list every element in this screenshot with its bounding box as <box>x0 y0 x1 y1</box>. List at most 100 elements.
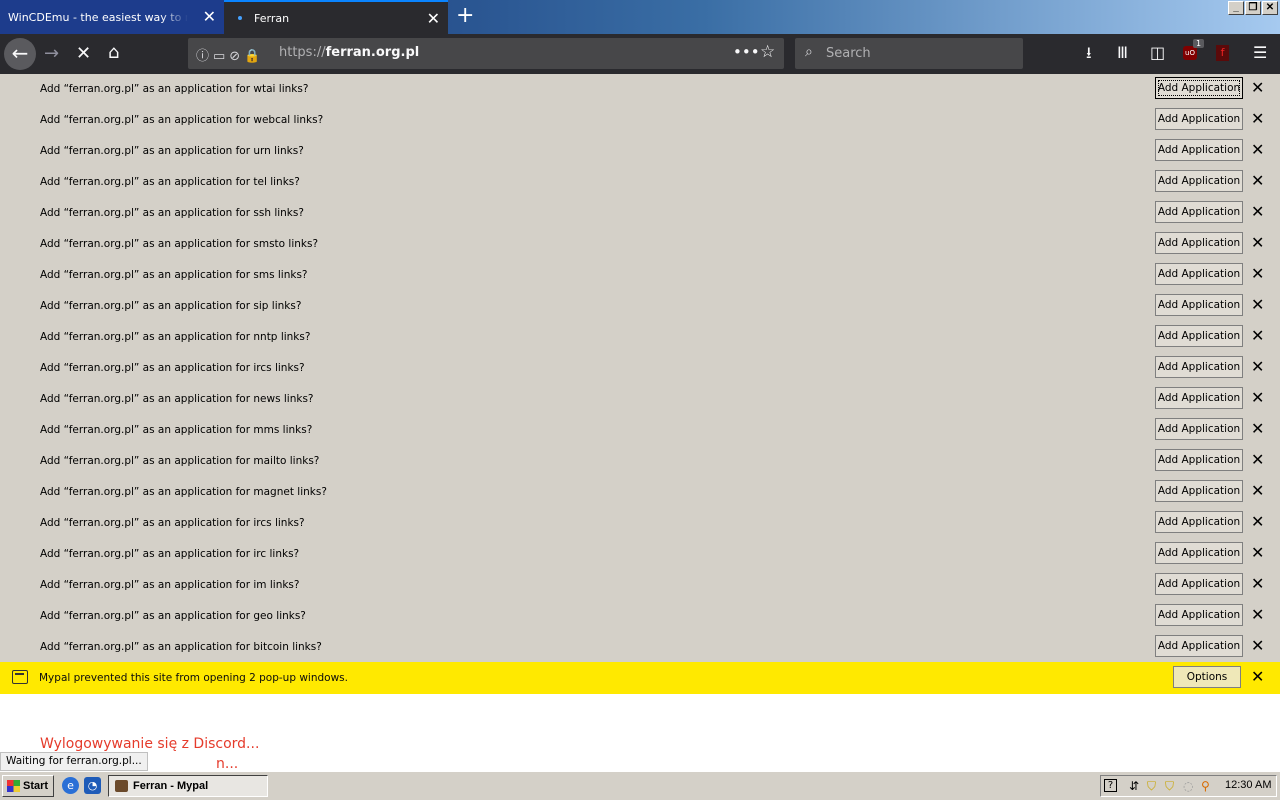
forward-arrow-icon[interactable]: → <box>44 45 59 63</box>
close-icon[interactable]: ✕ <box>1251 173 1264 189</box>
home-icon[interactable]: ⌂ <box>108 44 119 62</box>
close-icon[interactable]: ✕ <box>1251 142 1264 158</box>
security-shield-icon[interactable]: ⛉ <box>1165 779 1174 793</box>
close-icon[interactable]: ✕ <box>1251 638 1264 654</box>
page-link-logout[interactable]: Wylogowywanie się z Discord... <box>40 736 259 752</box>
search-tray-icon[interactable]: ⚲ <box>1201 779 1210 793</box>
page-link-2[interactable]: n... <box>216 756 238 772</box>
close-icon[interactable]: ✕ <box>1251 483 1264 499</box>
notification-row: Add “ferran.org.pl” as an application fo… <box>0 539 1280 570</box>
notification-message: Add “ferran.org.pl” as an application fo… <box>40 300 302 312</box>
close-icon[interactable]: ✕ <box>1251 514 1264 530</box>
close-icon[interactable]: ✕ <box>1251 235 1264 251</box>
add-application-button[interactable]: Add Application <box>1155 108 1243 130</box>
add-application-button[interactable]: Add Application <box>1155 573 1243 595</box>
close-icon[interactable]: ✕ <box>1251 669 1264 685</box>
start-button[interactable]: Start <box>2 775 54 797</box>
add-application-button[interactable]: Add Application <box>1155 356 1243 378</box>
options-button[interactable]: Options <box>1173 666 1241 688</box>
notification-message: Add “ferran.org.pl” as an application fo… <box>40 486 327 498</box>
hamburger-menu-icon[interactable]: ☰ <box>1253 45 1267 61</box>
add-application-button[interactable]: Add Application <box>1155 77 1243 99</box>
add-application-button[interactable]: Add Application <box>1155 170 1243 192</box>
close-icon[interactable]: ✕ <box>1251 328 1264 344</box>
add-application-button[interactable]: Add Application <box>1155 635 1243 657</box>
close-icon[interactable]: ✕ <box>1251 607 1264 623</box>
notification-message: Add “ferran.org.pl” as an application fo… <box>40 83 309 95</box>
tab-ferran[interactable]: Ferran ✕ <box>224 0 448 34</box>
notification-message: Add “ferran.org.pl” as an application fo… <box>40 362 305 374</box>
taskbar-item-ferran[interactable]: Ferran - Mypal <box>108 775 268 797</box>
taskbar-item-label: Ferran - Mypal <box>133 780 209 792</box>
close-icon[interactable]: ✕ <box>1251 545 1264 561</box>
add-application-button[interactable]: Add Application <box>1155 511 1243 533</box>
ublock-origin-icon[interactable]: uO <box>1183 46 1197 60</box>
close-icon[interactable]: ✕ <box>1251 576 1264 592</box>
add-application-button[interactable]: Add Application <box>1155 139 1243 161</box>
close-tab-icon[interactable]: ✕ <box>427 11 440 27</box>
add-application-button[interactable]: Add Application <box>1155 232 1243 254</box>
close-icon[interactable]: ✕ <box>1251 111 1264 127</box>
tab-title: Ferran <box>254 11 290 25</box>
close-icon[interactable]: ✕ <box>1251 266 1264 282</box>
add-application-button[interactable]: Add Application <box>1155 542 1243 564</box>
notification-row: Add “ferran.org.pl” as an application fo… <box>0 570 1280 601</box>
notification-message: Add “ferran.org.pl” as an application fo… <box>40 393 314 405</box>
flash-plugin-icon[interactable]: f <box>1216 45 1229 61</box>
page-content: n... Wylogowywanie się z Discord... <box>0 694 1280 772</box>
notification-row: Add “ferran.org.pl” as an application fo… <box>0 291 1280 322</box>
url-text[interactable]: https://ferran.org.pl <box>279 45 419 60</box>
add-application-button[interactable]: Add Application <box>1155 325 1243 347</box>
notification-row: Add “ferran.org.pl” as an application fo… <box>0 105 1280 136</box>
notification-message: Add “ferran.org.pl” as an application fo… <box>40 331 311 343</box>
url-bar[interactable]: ⓘ▭⊘🔒 https://ferran.org.pl ••• ☆ <box>188 38 784 69</box>
connection-icon[interactable]: ◌ <box>1183 779 1193 793</box>
network-icon[interactable]: ⇵ <box>1129 779 1139 793</box>
help-icon[interactable]: ? <box>1104 779 1117 792</box>
stop-loading-icon[interactable]: ✕ <box>76 45 91 63</box>
add-application-button[interactable]: Add Application <box>1155 387 1243 409</box>
add-application-button[interactable]: Add Application <box>1155 263 1243 285</box>
add-application-button[interactable]: Add Application <box>1155 418 1243 440</box>
windows-logo-icon <box>7 780 20 792</box>
add-application-button[interactable]: Add Application <box>1155 294 1243 316</box>
add-application-button[interactable]: Add Application <box>1155 604 1243 626</box>
search-input[interactable]: ⌕ Search <box>795 38 1023 69</box>
add-application-button[interactable]: Add Application <box>1155 480 1243 502</box>
close-icon[interactable]: ✕ <box>1251 452 1264 468</box>
add-application-button[interactable]: Add Application <box>1155 449 1243 471</box>
notification-row: Add “ferran.org.pl” as an application fo… <box>0 508 1280 539</box>
notification-row: Add “ferran.org.pl” as an application fo… <box>0 136 1280 167</box>
restore-button[interactable]: ❐ <box>1245 1 1261 15</box>
close-icon[interactable]: ✕ <box>1251 297 1264 313</box>
close-icon[interactable]: ✕ <box>1251 390 1264 406</box>
notification-message: Add “ferran.org.pl” as an application fo… <box>40 455 320 467</box>
add-application-button[interactable]: Add Application <box>1155 201 1243 223</box>
internet-explorer-icon[interactable]: e <box>62 777 79 794</box>
back-arrow-icon[interactable]: ← <box>4 38 36 70</box>
notification-row: Add “ferran.org.pl” as an application fo… <box>0 74 1280 105</box>
notification-message: Add “ferran.org.pl” as an application fo… <box>40 207 304 219</box>
page-actions-ellipsis-icon[interactable]: ••• <box>733 43 760 61</box>
browser-quicklaunch-icon[interactable]: ◔ <box>84 777 101 794</box>
close-window-button[interactable]: ✕ <box>1262 1 1278 15</box>
shield-icon[interactable]: ⛉ <box>1147 779 1156 793</box>
ublock-badge: 1 <box>1193 39 1205 48</box>
minimize-button[interactable]: _ <box>1228 1 1244 15</box>
close-icon[interactable]: ✕ <box>1251 80 1264 96</box>
downloads-icon[interactable]: ⭳ <box>1086 45 1092 61</box>
bookmark-star-icon[interactable]: ☆ <box>760 42 775 62</box>
new-tab-plus-icon[interactable]: + <box>456 5 474 27</box>
library-icon[interactable]: Ⅲ <box>1117 45 1128 61</box>
close-tab-icon[interactable]: ✕ <box>203 9 216 25</box>
popup-blocked-icon <box>12 670 28 684</box>
site-info-icons[interactable]: ⓘ▭⊘🔒 <box>196 45 264 64</box>
close-icon[interactable]: ✕ <box>1251 359 1264 375</box>
notification-message: Add “ferran.org.pl” as an application fo… <box>40 176 300 188</box>
sidebar-icon[interactable]: ◫ <box>1150 45 1165 61</box>
close-icon[interactable]: ✕ <box>1251 204 1264 220</box>
window-controls: _ ❐ ✕ <box>1228 1 1278 15</box>
mypal-app-icon <box>115 780 128 792</box>
tab-wincdemu[interactable]: WinCDEmu - the easiest way to mount ✕ <box>0 0 224 34</box>
close-icon[interactable]: ✕ <box>1251 421 1264 437</box>
